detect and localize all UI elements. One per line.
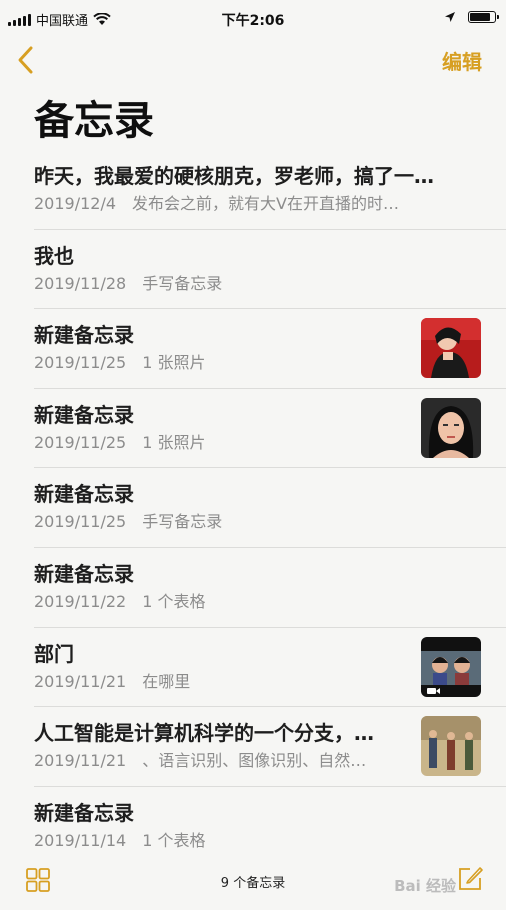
video-thumbnail [421,636,481,697]
note-title: 新建备忘录 [34,482,134,507]
note-preview: 在哪里 [142,671,191,691]
note-preview: 1 个表格 [142,830,206,850]
list-item[interactable]: 新建备忘录 2019/11/25 1 张照片 [34,309,506,389]
note-date: 2019/11/22 [34,591,127,611]
note-preview: 1 个表格 [142,591,206,611]
list-item[interactable]: 我也 2019/11/28 手写备忘录 [34,230,506,310]
list-item[interactable]: 新建备忘录 2019/11/22 1 个表格 [34,548,506,628]
note-title: 新建备忘录 [34,800,134,825]
list-item[interactable]: 人工智能是计算机科学的一个分支，… 2019/11/21 、语言识别、图像识别、自… [34,707,506,787]
note-title: 新建备忘录 [34,323,134,348]
edit-button[interactable]: 编辑 [442,46,482,75]
note-date: 2019/11/25 [34,432,127,452]
note-title: 我也 [34,243,74,268]
note-subtitle: 2019/11/21 、语言识别、图像识别、自然… [34,747,404,771]
note-date: 2019/11/25 [34,353,127,373]
note-title: 人工智能是计算机科学的一个分支，… [34,721,374,746]
note-subtitle: 2019/11/22 1 个表格 [34,588,206,612]
navigation-bar: 编辑 [0,38,506,82]
note-preview: 发布会之前，就有大V在开直播的时… [132,194,399,213]
note-date: 2019/11/14 [34,830,127,850]
note-subtitle: 2019/11/21 在哪里 [34,668,190,692]
battery-icon [468,11,499,23]
watermark: Bai 经验 [394,877,456,895]
note-preview: 1 张照片 [142,353,206,373]
note-subtitle: 2019/11/25 1 张照片 [34,349,206,373]
bottom-toolbar: 9 个备忘录 Bai 经验 [0,854,506,910]
note-title: 部门 [34,641,74,666]
note-date: 2019/11/28 [34,273,127,293]
photo-thumbnail [421,318,481,379]
list-item[interactable]: 新建备忘录 2019/11/25 1 张照片 [34,389,506,469]
photo-thumbnail [421,397,481,458]
photo-thumbnail [421,716,481,777]
notes-list: 昨天，我最爱的硬核朋克，罗老师，搞了一… 2019/12/4 发布会之前，就有大V… [0,150,506,866]
list-item[interactable]: 新建备忘录 2019/11/25 手写备忘录 [34,468,506,548]
note-preview: 手写备忘录 [142,512,223,532]
list-item[interactable]: 部门 2019/11/21 在哪里 [34,628,506,708]
status-bar: 中国联通 下午2:06 [0,0,506,38]
status-time: 下午2:06 [221,13,285,29]
note-date: 2019/12/4 [34,194,117,213]
note-subtitle: 2019/11/25 手写备忘录 [34,508,222,532]
location-arrow-icon [445,12,455,22]
note-subtitle: 2019/11/28 手写备忘录 [34,270,222,294]
note-preview: 1 张照片 [142,432,206,452]
note-title: 昨天，我最爱的硬核朋克，罗老师，搞了一… [34,164,434,188]
note-date: 2019/11/21 [34,751,127,771]
note-subtitle: 2019/11/14 1 个表格 [34,827,206,851]
list-item[interactable]: 昨天，我最爱的硬核朋克，罗老师，搞了一… 2019/12/4 发布会之前，就有大V… [34,150,506,230]
note-title: 新建备忘录 [34,402,134,427]
compose-icon[interactable] [456,864,484,892]
note-subtitle: 2019/12/4 发布会之前，就有大V在开直播的时… [34,190,474,214]
note-preview: 手写备忘录 [142,273,223,293]
note-title: 新建备忘录 [34,561,134,586]
status-right [444,11,499,23]
page-title: 备忘录 [34,98,154,144]
note-subtitle: 2019/11/25 1 张照片 [34,429,206,453]
back-chevron-icon[interactable] [12,42,42,78]
note-preview: 、语言识别、图像识别、自然… [142,751,367,771]
note-date: 2019/11/21 [34,671,127,691]
note-date: 2019/11/25 [34,512,127,532]
